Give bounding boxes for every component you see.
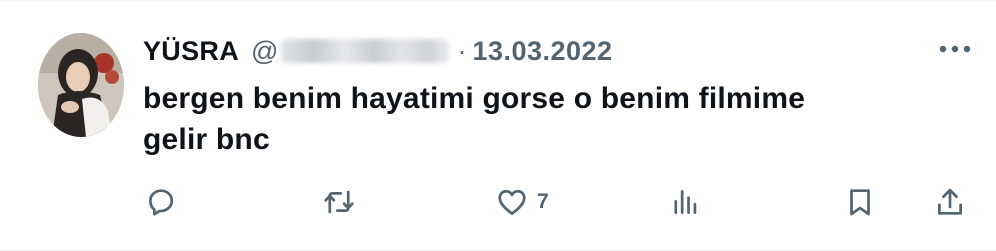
bookmark-button[interactable] xyxy=(843,183,877,221)
views-button[interactable] xyxy=(668,183,702,221)
more-icon xyxy=(939,45,971,53)
retweet-icon xyxy=(324,190,354,214)
tweet-text-line: bergen benim hayatimi gorse o benim film… xyxy=(143,82,806,115)
tweet-card[interactable]: YÜSRA @ · 13.03.2022 bergen benim hayati… xyxy=(0,0,996,251)
separator: · xyxy=(457,35,467,66)
more-button[interactable] xyxy=(937,37,973,61)
heart-icon xyxy=(498,189,526,215)
reply-button[interactable] xyxy=(144,183,178,221)
share-icon xyxy=(938,188,962,215)
user-handle[interactable]: @ xyxy=(251,35,450,67)
tweet-header: YÜSRA @ · 13.03.2022 xyxy=(143,31,613,71)
tweet-text: bergen benim hayatimi gorse o benim film… xyxy=(143,78,943,160)
avatar[interactable] xyxy=(38,33,124,137)
like-count: 7 xyxy=(537,190,549,213)
avatar-image xyxy=(38,33,124,137)
like-button[interactable]: 7 xyxy=(495,183,549,221)
views-icon xyxy=(674,190,697,214)
reply-icon xyxy=(149,189,174,216)
handle-prefix: @ xyxy=(251,35,279,66)
tweet-date[interactable]: 13.03.2022 xyxy=(472,36,612,67)
tweet-text-line: gelir bnc xyxy=(143,123,270,156)
handle-redacted xyxy=(281,39,450,63)
share-button[interactable] xyxy=(933,183,967,221)
bookmark-icon xyxy=(850,189,870,216)
display-name[interactable]: YÜSRA xyxy=(143,36,239,67)
retweet-button[interactable] xyxy=(322,183,356,221)
